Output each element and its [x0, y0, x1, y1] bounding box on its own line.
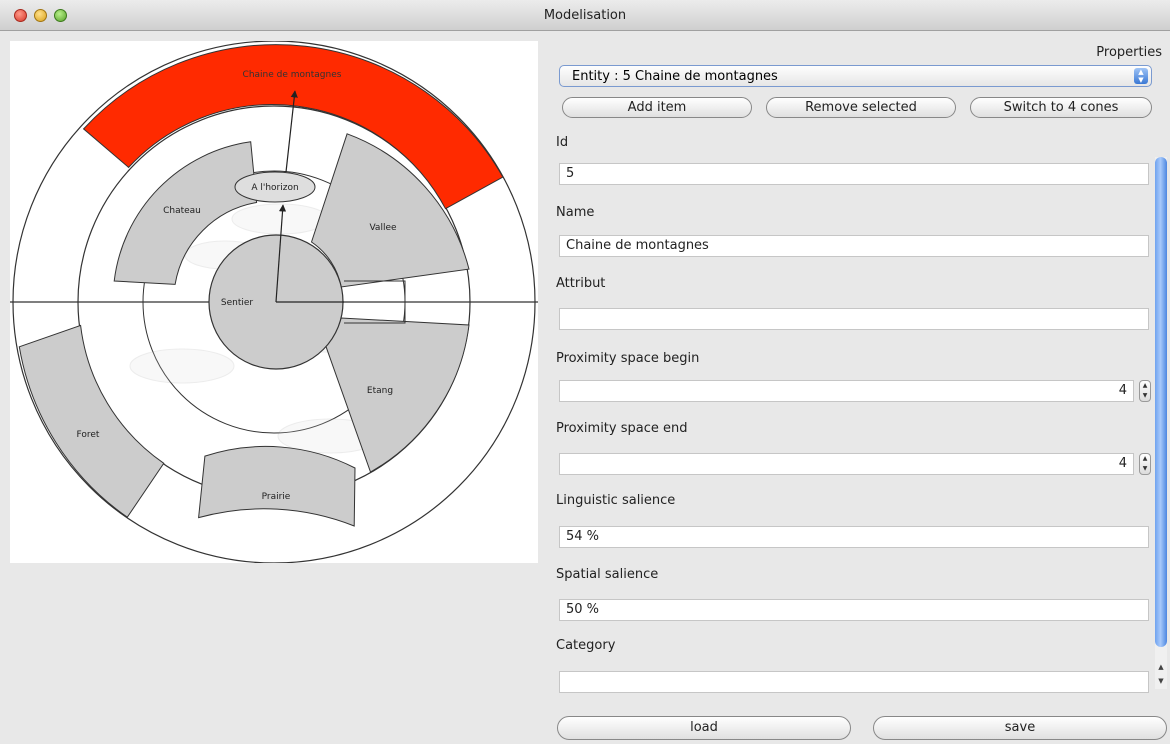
scroll-down-icon[interactable]: ▼	[1155, 675, 1167, 687]
prox-begin-field[interactable]: 4	[559, 380, 1134, 402]
title-bar: Modelisation	[0, 0, 1170, 31]
add-item-button[interactable]: Add item	[562, 97, 752, 118]
label-mountains: Chaine de montagnes	[243, 70, 342, 80]
label-castle: Chateau	[163, 206, 201, 216]
properties-panel: Properties Entity : 5 Chaine de montagne…	[549, 41, 1170, 693]
id-label: Id	[556, 135, 569, 150]
entity-select-value: Entity : 5 Chaine de montagnes	[572, 69, 778, 84]
spat-salience-label: Spatial salience	[556, 567, 659, 582]
label-meadow: Prairie	[262, 492, 291, 502]
label-forest: Foret	[77, 430, 100, 440]
entity-select[interactable]: Entity : 5 Chaine de montagnes ▲ ▼	[559, 65, 1152, 87]
name-field[interactable]: Chaine de montagnes	[559, 235, 1149, 257]
category-label: Category	[556, 638, 616, 653]
prox-end-field[interactable]: 4	[559, 453, 1134, 475]
label-horizon: A l'horizon	[251, 183, 298, 193]
switch-cones-button[interactable]: Switch to 4 cones	[970, 97, 1152, 118]
attribut-label: Attribut	[556, 276, 606, 291]
name-label: Name	[556, 205, 595, 220]
id-field[interactable]: 5	[559, 163, 1149, 185]
ling-salience-label: Linguistic salience	[556, 493, 676, 508]
prox-end-label: Proximity space end	[556, 421, 688, 436]
attribut-field[interactable]	[559, 308, 1149, 330]
scrollbar-thumb[interactable]	[1155, 157, 1167, 647]
prox-end-stepper[interactable]: ▲ ▼	[1139, 453, 1151, 475]
select-arrows-icon: ▲ ▼	[1134, 68, 1148, 84]
label-pond: Etang	[367, 386, 393, 396]
window-title: Modelisation	[543, 8, 627, 23]
ling-salience-field[interactable]: 54 %	[559, 526, 1149, 548]
prox-begin-label: Proximity space begin	[556, 351, 700, 366]
scroll-up-icon[interactable]: ▲	[1155, 661, 1167, 673]
properties-title: Properties	[1096, 45, 1162, 60]
prox-begin-stepper[interactable]: ▲ ▼	[1139, 380, 1151, 402]
category-field[interactable]	[559, 671, 1149, 693]
load-button[interactable]: load	[557, 716, 851, 740]
properties-scrollbar[interactable]: ▲ ▼	[1155, 157, 1167, 689]
diagram-canvas[interactable]: Chaine de montagnes Chateau Vallee A l'h…	[10, 40, 538, 564]
remove-selected-button[interactable]: Remove selected	[766, 97, 956, 118]
spat-salience-field[interactable]: 50 %	[559, 599, 1149, 621]
label-valley: Vallee	[369, 223, 397, 233]
save-button[interactable]: save	[873, 716, 1167, 740]
diagram-svg: Chaine de montagnes Chateau Vallee A l'h…	[10, 40, 538, 564]
label-center: Sentier	[221, 298, 254, 308]
